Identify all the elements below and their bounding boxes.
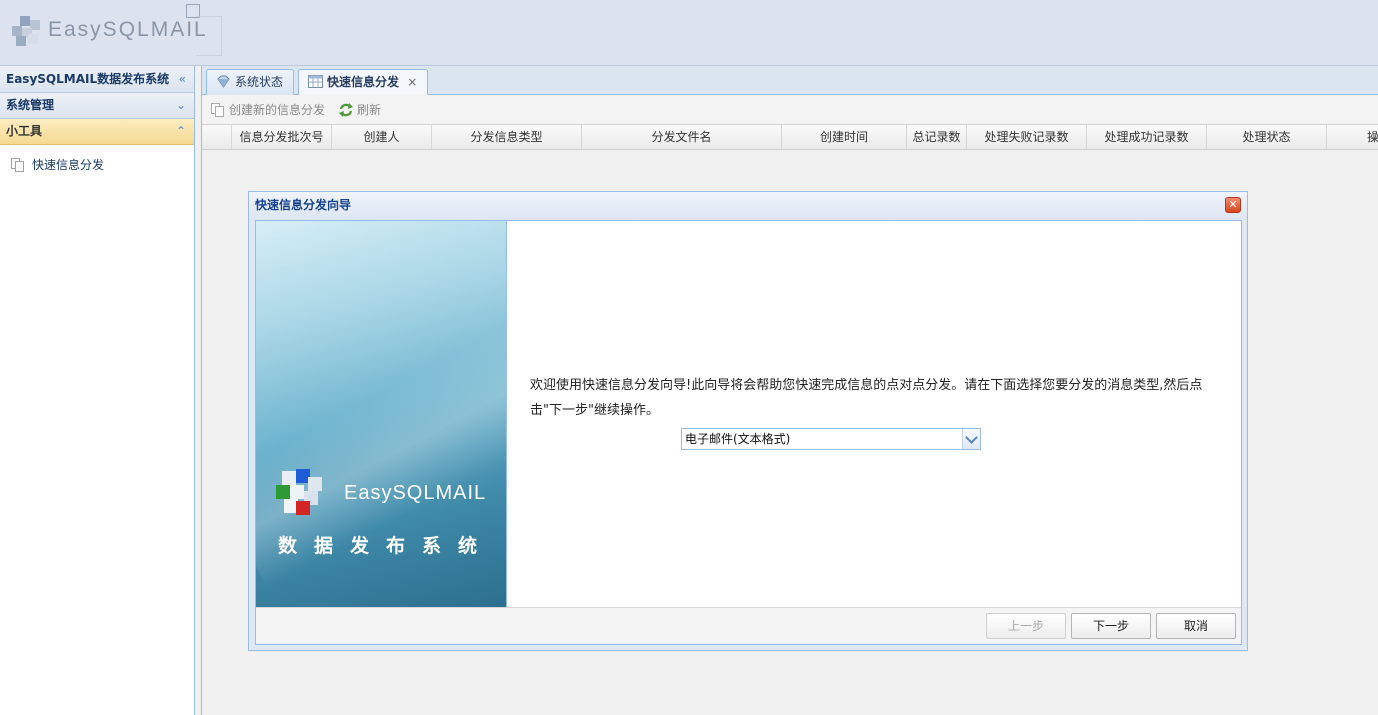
- sidebar-item-quick-distribution[interactable]: 快速信息分发: [0, 152, 194, 178]
- grid-header-col[interactable]: 处理成功记录数: [1087, 125, 1207, 149]
- dialog-title: 快速信息分发向导: [255, 198, 352, 212]
- message-type-select[interactable]: 电子邮件(文本格式): [681, 428, 981, 450]
- grid-header-col[interactable]: 处理状态: [1207, 125, 1327, 149]
- sidebar-title-label: EasySQLMAIL数据发布系统: [6, 72, 170, 86]
- next-button[interactable]: 下一步: [1071, 613, 1151, 639]
- brand-name: EasySQLMAIL: [344, 481, 487, 504]
- message-type-value: 电子邮件(文本格式): [685, 432, 791, 446]
- toolbar: 创建新的信息分发 刷新: [202, 95, 1378, 125]
- logo-icon: [10, 14, 42, 46]
- grid-header-col[interactable]: 处理失败记录数: [967, 125, 1087, 149]
- tab-system-status[interactable]: 系统状态: [206, 69, 295, 95]
- tab-label: 系统状态: [235, 75, 284, 89]
- grid-header-col[interactable]: 分发文件名: [582, 125, 782, 149]
- sidebar-section-system-management[interactable]: 系统管理 ⌄: [0, 93, 194, 119]
- wizard-dialog: 快速信息分发向导 ✕ EasySQLMAIL 数据发布系统 欢迎使用快速信息分发…: [248, 191, 1248, 651]
- cancel-button[interactable]: 取消: [1156, 613, 1236, 639]
- create-distribution-label: 创建新的信息分发: [229, 103, 326, 117]
- refresh-label: 刷新: [357, 103, 382, 117]
- cubes-logo-icon: [276, 469, 324, 517]
- refresh-icon: [339, 103, 353, 117]
- app-logo: EasySQLMAIL: [10, 14, 208, 46]
- collapse-sidebar-icon[interactable]: «: [179, 66, 186, 92]
- tab-label: 快速信息分发: [327, 75, 400, 89]
- logo-text: EasySQLMAIL: [48, 18, 208, 41]
- sidebar-section-tools[interactable]: 小工具 ⌃: [0, 119, 194, 145]
- tab-close-icon[interactable]: ×: [407, 75, 417, 89]
- brand-subtitle: 数据发布系统: [278, 535, 495, 557]
- gem-icon: [217, 75, 230, 88]
- grid-header-col[interactable]: 操: [1327, 125, 1378, 149]
- tab-quick-distribution[interactable]: 快速信息分发 ×: [298, 69, 429, 96]
- grid-header-col[interactable]: 创建时间: [782, 125, 907, 149]
- grid-header: 信息分发批次号 创建人 分发信息类型 分发文件名 创建时间 总记录数 处理失败记…: [202, 125, 1378, 150]
- wizard-intro-text: 欢迎使用快速信息分发向导!此向导将会帮助您快速完成信息的点对点分发。请在下面选择…: [530, 378, 1203, 418]
- table-icon: [308, 75, 323, 88]
- grid-header-col[interactable]: 创建人: [332, 125, 432, 149]
- logo-frame-decoration-2: [196, 16, 222, 56]
- grid-header-col[interactable]: 信息分发批次号: [232, 125, 332, 149]
- app-header: EasySQLMAIL: [0, 0, 1378, 66]
- dialog-footer: 上一步 下一步 取消: [256, 607, 1241, 644]
- close-icon[interactable]: ✕: [1225, 197, 1241, 213]
- pages-icon: [210, 102, 226, 118]
- sidebar-section-label: 小工具: [6, 124, 43, 138]
- grid-header-col[interactable]: 总记录数: [907, 125, 967, 149]
- sidebar-item-label: 快速信息分发: [32, 158, 105, 172]
- wizard-banner-image: EasySQLMAIL 数据发布系统: [256, 221, 507, 607]
- chevron-down-icon[interactable]: [962, 429, 980, 449]
- expand-chevron-icon[interactable]: ⌄: [176, 93, 186, 118]
- grid-header-col[interactable]: 分发信息类型: [432, 125, 582, 149]
- prev-button[interactable]: 上一步: [986, 613, 1066, 639]
- sidebar-title: EasySQLMAIL数据发布系统 «: [0, 66, 194, 93]
- sidebar: EasySQLMAIL数据发布系统 « 系统管理 ⌄ 小工具 ⌃ 快速信息分发: [0, 66, 195, 715]
- dialog-body: EasySQLMAIL 数据发布系统 欢迎使用快速信息分发向导!此向导将会帮助您…: [255, 220, 1242, 645]
- sidebar-section-label: 系统管理: [6, 98, 55, 112]
- grid-header-rownum: [202, 125, 232, 149]
- refresh-button[interactable]: 刷新: [336, 101, 381, 119]
- collapse-chevron-icon[interactable]: ⌃: [176, 119, 186, 144]
- dialog-title-bar[interactable]: 快速信息分发向导 ✕: [249, 192, 1247, 220]
- tab-bar: 系统状态 快速信息分发 ×: [202, 66, 1378, 96]
- create-distribution-button[interactable]: 创建新的信息分发: [208, 101, 325, 119]
- brand-logo: EasySQLMAIL: [276, 469, 486, 517]
- pages-icon: [11, 158, 25, 172]
